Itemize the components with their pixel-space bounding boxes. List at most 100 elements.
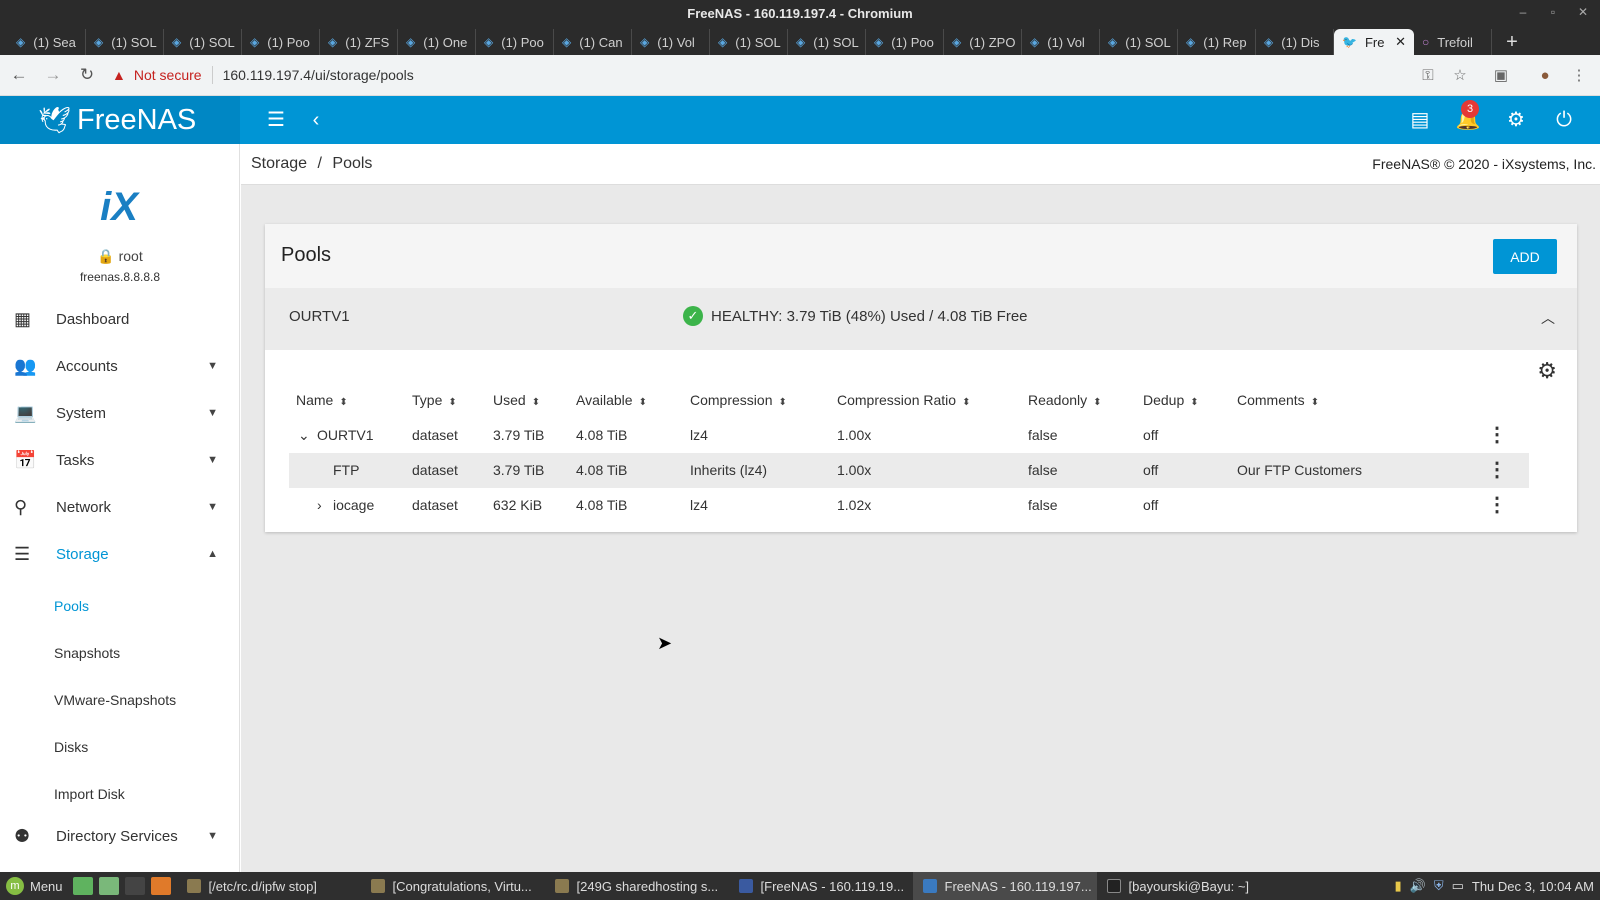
browser-menu-icon[interactable]: ⋮ [1566,55,1592,96]
browser-tab[interactable]: ◈ (1) SOL [788,29,866,55]
close-tab-icon[interactable]: ✕ [1395,34,1406,50]
sidebar-subitem-disks[interactable]: Disks [54,739,88,755]
expand-chevron-icon[interactable]: › [317,497,322,513]
user-info: 🔒 root [0,248,240,265]
power-icon[interactable]: ⏻ [1549,96,1579,144]
show-desktop-icon[interactable] [72,877,93,895]
sidebar-subitem-pools[interactable]: Pools [54,598,89,614]
taskbar-window[interactable]: [249G sharedhosting s... [545,872,729,900]
reload-icon[interactable]: ↻ [72,65,102,85]
browser-tab[interactable]: ◈ (1) Dis [1256,29,1334,55]
taskbar-window-active[interactable]: FreeNAS - 160.119.197... [912,872,1097,900]
cell-compression: Inherits (lz4) [690,462,768,478]
table-row[interactable]: › iocage dataset 632 KiB 4.08 TiB lz4 1.… [289,488,1529,523]
row-actions-kebab-icon[interactable]: ⋮ [1487,457,1507,482]
sidebar-item-network[interactable]: ⚲ Network ▼ [0,484,240,530]
sidebar-item-dashboard[interactable]: ▦ Dashboard [0,296,240,342]
pool-header-row[interactable]: OURTV1 ✓ HEALTHY: 3.79 TiB (48%) Used / … [265,288,1577,350]
pool-settings-gear-icon[interactable]: ⚙ [1537,358,1557,384]
sort-icon: ⬍ [638,397,647,408]
column-header-available[interactable]: Available ⬍ [576,392,647,408]
browser-tab[interactable]: ◈ (1) ZPO [944,29,1022,55]
sidebar-item-storage[interactable]: ☰ Storage ▲ [0,531,240,577]
settings-gear-icon[interactable]: ⚙ [1501,96,1531,144]
key-icon[interactable]: ⚿ [1415,55,1441,96]
notes-icon[interactable]: ▮ [1394,878,1401,894]
column-header-readonly[interactable]: Readonly ⬍ [1028,392,1102,408]
star-icon[interactable]: ☆ [1447,55,1473,96]
column-header-comments[interactable]: Comments ⬍ [1237,392,1319,408]
browser-tab[interactable]: ◈ (1) Vol [1022,29,1100,55]
clock[interactable]: Thu Dec 3, 10:04 AM [1472,879,1594,894]
browser-tab[interactable]: ○ Trefoil [1414,29,1492,55]
column-header-name[interactable]: Name ⬍ [296,392,348,408]
volume-icon[interactable]: 🔊 [1410,878,1426,894]
task-manager-icon[interactable]: ▤ [1405,96,1435,144]
file-manager-icon[interactable] [98,877,119,895]
column-header-compression[interactable]: Compression ⬍ [690,392,787,408]
browser-tab-active[interactable]: 🐦 Fre ✕ [1334,29,1414,55]
url-field[interactable]: 160.119.197.4/ui/storage/pools [223,67,414,83]
sidebar-item-accounts[interactable]: 👥 Accounts ▼ [0,343,240,389]
sidebar-item-system[interactable]: 💻 System ▼ [0,390,240,436]
sidebar-item-directory-services[interactable]: ⚉ Directory Services ▼ [0,813,240,859]
collapse-arrow-icon[interactable]: ‹ [301,96,331,144]
browser-tab[interactable]: ◈ (1) Poo [242,29,320,55]
shield-icon[interactable]: ⛨ [1434,878,1444,894]
row-actions-kebab-icon[interactable]: ⋮ [1487,492,1507,517]
browser-tab[interactable]: ◈ (1) Poo [866,29,944,55]
hamburger-menu-icon[interactable]: ☰ [261,96,291,144]
taskbar-window[interactable]: [bayourski@Bayu: ~] [1097,872,1281,900]
column-header-used[interactable]: Used ⬍ [493,392,540,408]
freenas-logo[interactable]: 🕊 FreeNAS [0,96,240,144]
table-row[interactable]: ⌄ OURTV1 dataset 3.79 TiB 4.08 TiB lz4 1… [289,418,1529,453]
sidebar-subitem-snapshots[interactable]: Snapshots [54,645,120,661]
taskbar-window[interactable]: [Congratulations, Virtu... [361,872,545,900]
warning-icon[interactable]: ▲ [112,67,126,83]
dashboard-icon: ▦ [14,308,32,329]
avatar[interactable]: ● [1532,55,1558,96]
minimize-button[interactable]: – [1508,0,1538,27]
trefoil-icon: ○ [1422,35,1430,49]
column-header-compression-ratio[interactable]: Compression Ratio ⬍ [837,392,970,408]
forward-icon[interactable]: → [38,65,68,85]
browser-tab[interactable]: ◈ (1) SOL [86,29,164,55]
new-tab-button[interactable]: + [1492,29,1532,55]
browser-tab[interactable]: ◈ (1) Can [554,29,632,55]
taskbar-window[interactable]: [/etc/rc.d/ipfw stop] [177,872,361,900]
column-header-type[interactable]: Type ⬍ [412,392,457,408]
close-window-button[interactable]: ✕ [1568,0,1598,27]
network-tray-icon[interactable]: ▭ [1452,878,1464,894]
cell-dedup: off [1143,497,1159,513]
add-pool-button[interactable]: ADD [1493,239,1557,274]
extension-icon[interactable]: ▣ [1488,55,1514,96]
terminal-icon[interactable] [124,877,145,895]
back-icon[interactable]: ← [4,65,34,85]
maximize-button[interactable]: ▫ [1538,0,1568,27]
browser-tab[interactable]: ◈ (1) One [398,29,476,55]
browser-tab[interactable]: ◈ (1) SOL [164,29,242,55]
taskbar-window[interactable]: [FreeNAS - 160.119.19... [729,872,913,900]
breadcrumb-storage[interactable]: Storage [251,155,307,172]
browser-tab[interactable]: ◈ (1) Vol [632,29,710,55]
browser-tab[interactable]: ◈ (1) Poo [476,29,554,55]
browser-tab[interactable]: ◈ (1) Rep [1178,29,1256,55]
row-actions-kebab-icon[interactable]: ⋮ [1487,422,1507,447]
start-menu-button[interactable]: m Menu [0,877,73,895]
sidebar-item-tasks[interactable]: 📅 Tasks ▼ [0,437,240,483]
sidebar-subitem-import-disk[interactable]: Import Disk [54,786,125,802]
expand-chevron-icon[interactable]: ⌄ [298,427,310,444]
firefox-icon[interactable] [150,877,171,895]
column-header-dedup[interactable]: Dedup ⬍ [1143,392,1199,408]
table-row[interactable]: FTP dataset 3.79 TiB 4.08 TiB Inherits (… [289,453,1529,488]
browser-tab[interactable]: ◈ (1) SOL [1100,29,1178,55]
window-title: FreeNAS - 160.119.197.4 - Chromium [687,6,913,21]
collapse-chevron-icon[interactable]: ︿ [1541,308,1555,328]
sort-icon: ⬍ [778,397,787,408]
browser-tab[interactable]: ◈ (1) ZFS [320,29,398,55]
sidebar-subitem-vmware-snapshots[interactable]: VMware-Snapshots [54,692,176,708]
accounts-icon: 👥 [14,355,37,376]
browser-tab[interactable]: ◈ (1) Sea [8,29,86,55]
browser-tab[interactable]: ◈ (1) SOL [710,29,788,55]
security-label[interactable]: Not secure [134,67,202,83]
